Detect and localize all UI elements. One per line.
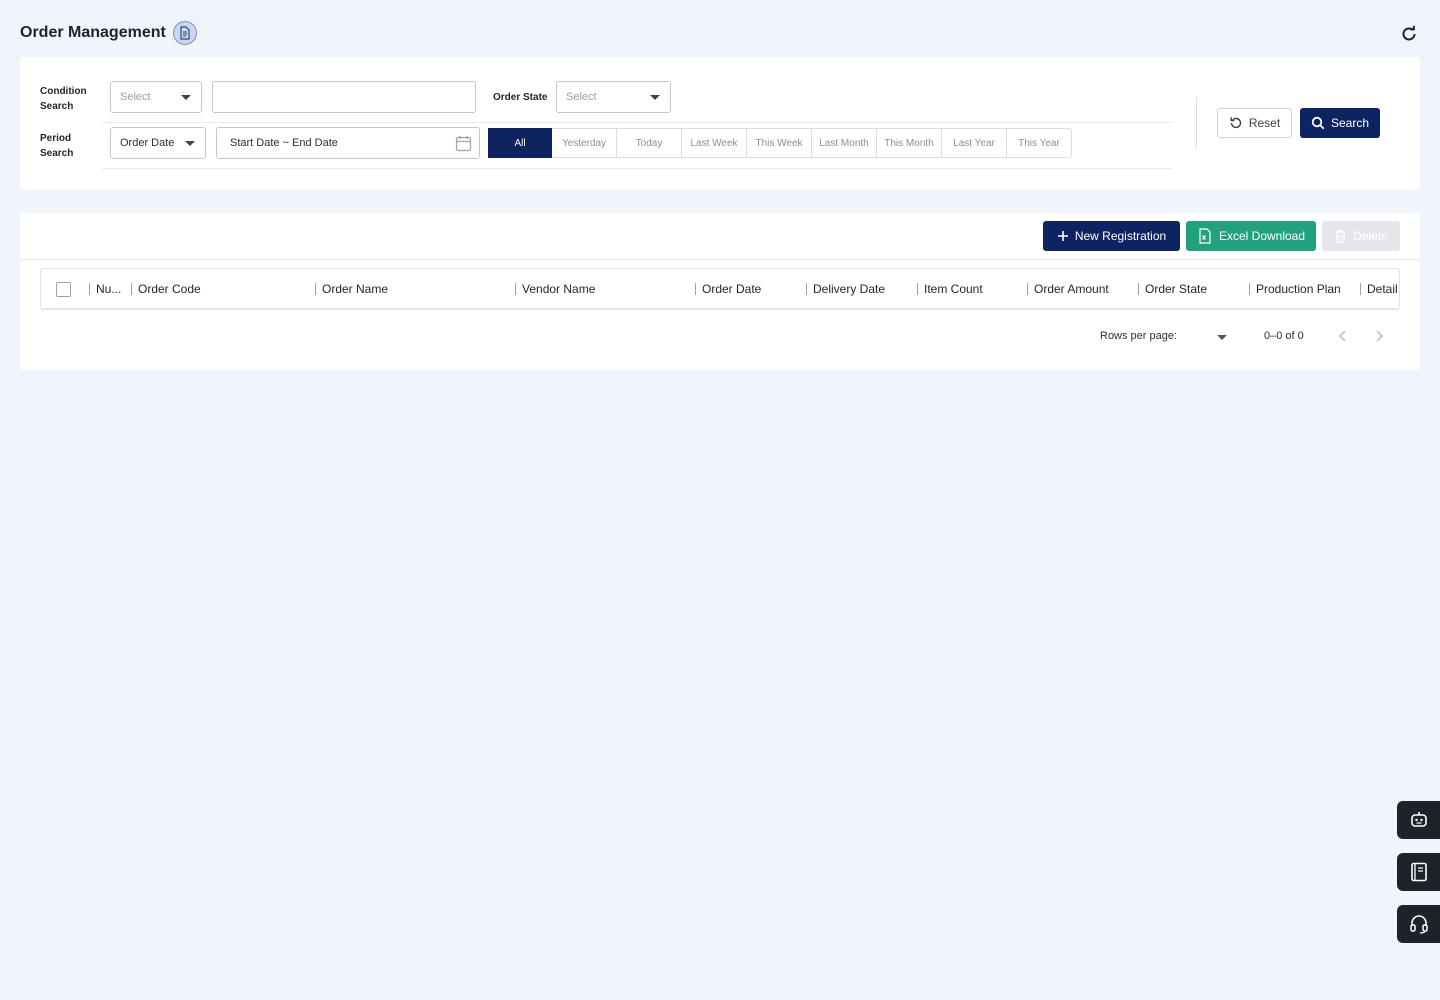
period-quick-buttons: All Yesterday Today Last Week This Week … xyxy=(488,128,1072,158)
chevron-down-icon xyxy=(185,141,195,146)
search-button[interactable]: Search xyxy=(1300,108,1380,138)
column-vendor-name[interactable]: Vendor Name xyxy=(515,269,595,309)
order-grid-panel: New Registration Excel Download Delete N… xyxy=(20,213,1420,370)
excel-download-button[interactable]: Excel Download xyxy=(1186,221,1316,251)
manual-button[interactable] xyxy=(1397,853,1440,891)
search-label: Search xyxy=(1330,116,1370,130)
table-header: Nu... Order Code Order Name Vendor Name … xyxy=(41,269,1399,309)
period-type-value: Order Date xyxy=(120,137,175,149)
column-label: Order Date xyxy=(702,282,762,296)
period-label-line1: Period xyxy=(40,133,72,144)
document-icon[interactable] xyxy=(172,21,197,45)
period-label-line2: Search xyxy=(40,148,74,159)
chevron-left-icon[interactable] xyxy=(1335,328,1351,344)
date-range-picker[interactable]: Start Date ~ End Date xyxy=(216,127,480,159)
new-registration-label: New Registration xyxy=(1074,229,1167,243)
manual-book-icon xyxy=(1410,862,1427,882)
excel-icon xyxy=(1199,228,1211,244)
condition-label-line2: Search xyxy=(40,101,74,112)
chevron-down-icon xyxy=(650,95,660,100)
chevron-right-icon[interactable] xyxy=(1371,328,1387,344)
period-today-button[interactable]: Today xyxy=(617,128,682,158)
chatbot-icon xyxy=(1410,812,1427,827)
order-state-select[interactable]: Select xyxy=(556,81,671,113)
column-label: Order Code xyxy=(138,282,201,296)
column-order-state[interactable]: Order State xyxy=(1138,269,1207,309)
chevron-down-icon xyxy=(181,95,191,100)
column-label: Vendor Name xyxy=(522,282,596,296)
delete-button[interactable]: Delete xyxy=(1322,221,1400,251)
column-number[interactable]: Nu... xyxy=(89,269,121,309)
column-label: Order Amount xyxy=(1034,282,1109,296)
excel-download-label: Excel Download xyxy=(1218,229,1306,243)
reset-label: Reset xyxy=(1248,116,1281,130)
plus-icon xyxy=(1057,231,1068,241)
column-order-name[interactable]: Order Name xyxy=(315,269,388,309)
delete-label: Delete xyxy=(1353,229,1388,243)
refresh-icon[interactable] xyxy=(1398,23,1420,45)
support-button[interactable] xyxy=(1397,905,1440,943)
column-label: Delivery Date xyxy=(813,282,886,296)
order-state-label: Order State xyxy=(493,92,548,103)
search-icon xyxy=(1311,116,1325,130)
rows-per-page-select[interactable] xyxy=(1217,335,1227,340)
period-search-label: Period Search xyxy=(40,131,73,161)
new-registration-button[interactable]: New Registration xyxy=(1043,221,1180,251)
period-this-month-button[interactable]: This Month xyxy=(877,128,942,158)
period-last-week-button[interactable]: Last Week xyxy=(682,128,747,158)
page-header: Order Management xyxy=(20,18,1420,48)
column-label: Order Name xyxy=(322,282,389,296)
condition-search-input[interactable] xyxy=(212,81,476,113)
order-state-select-value: Select xyxy=(566,91,597,103)
condition-search-label: Condition Search xyxy=(40,84,87,114)
toolbar-divider xyxy=(20,259,1420,260)
period-yesterday-button[interactable]: Yesterday xyxy=(552,128,617,158)
period-type-select[interactable]: Order Date xyxy=(110,127,206,159)
column-order-date[interactable]: Order Date xyxy=(695,269,761,309)
vertical-divider xyxy=(1196,97,1197,147)
page-range: 0–0 of 0 xyxy=(1264,330,1304,342)
column-production-plan[interactable]: Production Plan xyxy=(1249,269,1341,309)
headset-icon xyxy=(1409,915,1428,934)
column-order-code[interactable]: Order Code xyxy=(131,269,201,309)
page-title: Order Management xyxy=(20,24,166,41)
period-this-week-button[interactable]: This Week xyxy=(747,128,812,158)
order-table: Nu... Order Code Order Name Vendor Name … xyxy=(40,268,1400,310)
period-all-button[interactable]: All xyxy=(488,128,552,158)
reset-button[interactable]: Reset xyxy=(1217,108,1292,138)
condition-select[interactable]: Select xyxy=(110,81,202,113)
period-last-month-button[interactable]: Last Month xyxy=(812,128,877,158)
select-all-checkbox[interactable] xyxy=(56,282,71,297)
period-last-year-button[interactable]: Last Year xyxy=(942,128,1007,158)
column-label: Production Plan xyxy=(1256,282,1341,296)
period-this-year-button[interactable]: This Year xyxy=(1007,128,1072,158)
date-range-value: Start Date ~ End Date xyxy=(230,137,338,149)
row-divider xyxy=(102,168,1172,169)
condition-label-line1: Condition xyxy=(40,86,87,97)
chatbot-button[interactable] xyxy=(1397,801,1440,839)
column-label: Detail xyxy=(1367,282,1398,296)
column-label: Item Count xyxy=(924,282,983,296)
condition-select-value: Select xyxy=(120,91,151,103)
column-order-amount[interactable]: Order Amount xyxy=(1027,269,1109,309)
column-item-count[interactable]: Item Count xyxy=(917,269,983,309)
row-divider xyxy=(102,122,1172,123)
trash-icon xyxy=(1335,229,1347,243)
column-label: Order State xyxy=(1145,282,1208,296)
reset-icon xyxy=(1230,117,1241,129)
rows-per-page-label: Rows per page: xyxy=(1100,330,1178,342)
column-detail[interactable]: Detail xyxy=(1360,269,1398,309)
calendar-icon[interactable] xyxy=(455,135,472,155)
search-panel: Condition Search Select Order State Sele… xyxy=(20,57,1420,189)
table-pagination: Rows per page: 0–0 of 0 xyxy=(20,326,1420,346)
column-delivery-date[interactable]: Delivery Date xyxy=(806,269,885,309)
column-label: Nu... xyxy=(96,282,122,296)
